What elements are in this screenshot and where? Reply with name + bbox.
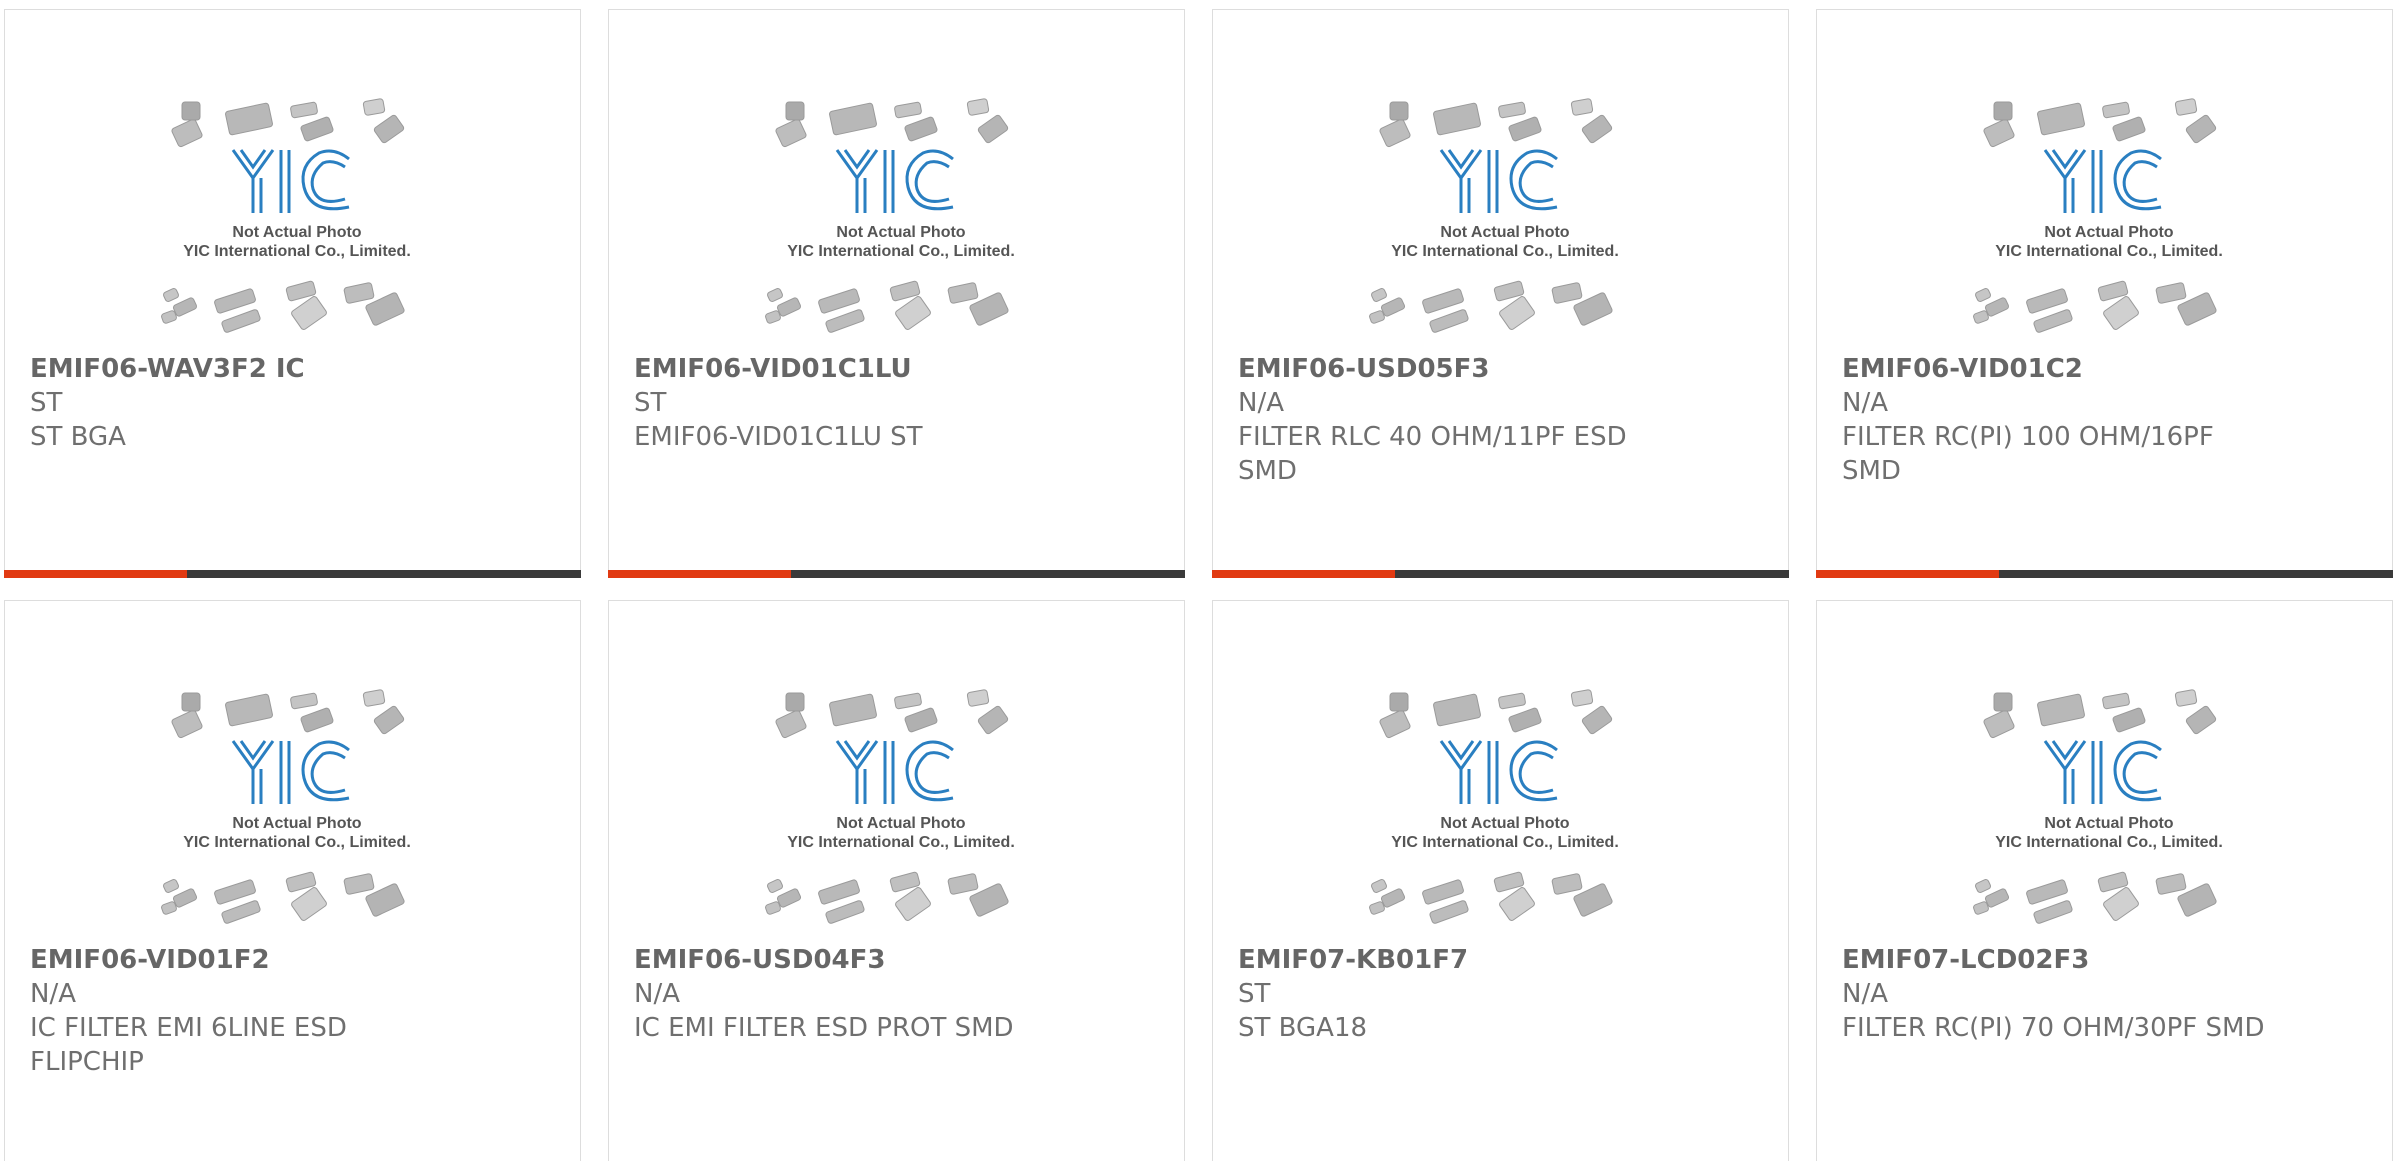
product-image[interactable]: Not Actual Photo YIC International Co., … [149,95,445,351]
product-card[interactable]: Not Actual Photo YIC International Co., … [4,9,581,578]
card-accent-bar [608,570,791,578]
yic-logo-mark [835,149,954,213]
card-bottom-bar [4,570,581,578]
svg-text:YIC International Co., Limited: YIC International Co., Limited. [183,834,411,851]
product-description-cont: SMD [1238,456,1297,486]
chip-cluster-bottom [765,871,1009,924]
chip-cluster-bottom [765,280,1009,333]
yic-logo-mark [231,149,350,213]
yic-logo-mark [1439,149,1558,213]
product-card[interactable]: Not Actual Photo YIC International Co., … [1816,600,2393,1161]
svg-text:Not Actual Photo: Not Actual Photo [232,224,361,241]
product-card[interactable]: Not Actual Photo YIC International Co., … [608,9,1185,578]
product-brand: ST [1238,979,1271,1009]
product-brand: N/A [1238,388,1284,418]
chip-cluster-top [1983,689,2217,739]
product-brand: ST [634,388,667,418]
product-image[interactable]: Not Actual Photo YIC International Co., … [753,95,1049,351]
product-image[interactable]: Not Actual Photo YIC International Co., … [1357,686,1653,942]
product-image[interactable]: Not Actual Photo YIC International Co., … [1961,686,2257,942]
chip-cluster-top [1983,98,2217,148]
svg-text:Not Actual Photo: Not Actual Photo [2044,815,2173,832]
product-description: FILTER RC(PI) 70 OHM/30PF SMD [1842,1013,2265,1043]
chip-cluster-bottom [1369,871,1613,924]
svg-text:Not Actual Photo: Not Actual Photo [836,224,965,241]
product-description: EMIF06-VID01C1LU ST [634,422,923,452]
svg-text:YIC International Co., Limited: YIC International Co., Limited. [1995,834,2223,851]
chip-cluster-top [1379,98,1613,148]
svg-text:YIC International Co., Limited: YIC International Co., Limited. [1391,834,1619,851]
card-bottom-bar [1816,570,2393,578]
product-card[interactable]: Not Actual Photo YIC International Co., … [1212,600,1789,1161]
svg-text:Not Actual Photo: Not Actual Photo [232,815,361,832]
product-brand: N/A [1842,979,1888,1009]
svg-text:Not Actual Photo: Not Actual Photo [1440,224,1569,241]
chip-cluster-bottom [161,280,405,333]
svg-text:YIC International Co., Limited: YIC International Co., Limited. [787,834,1015,851]
product-card[interactable]: Not Actual Photo YIC International Co., … [608,600,1185,1161]
product-description-cont: FLIPCHIP [30,1047,144,1077]
product-image[interactable]: Not Actual Photo YIC International Co., … [149,686,445,942]
card-accent-bar [4,570,187,578]
yic-logo-mark [2043,149,2162,213]
product-part-number[interactable]: EMIF07-LCD02F3 [1842,943,2372,977]
svg-text:YIC International Co., Limited: YIC International Co., Limited. [1391,243,1619,260]
product-brand: N/A [1842,388,1888,418]
svg-text:Not Actual Photo: Not Actual Photo [836,815,965,832]
product-description-cont: SMD [1842,456,1901,486]
product-description: ST BGA [30,422,126,452]
card-bottom-bar [1212,570,1789,578]
chip-cluster-top [1379,689,1613,739]
card-accent-bar [1212,570,1395,578]
chip-cluster-top [775,689,1009,739]
product-part-number[interactable]: EMIF06-VID01F2 [30,943,560,977]
product-grid: Not Actual Photo YIC International Co., … [0,0,2399,1161]
chip-cluster-top [171,689,405,739]
product-part-number[interactable]: EMIF07-KB01F7 [1238,943,1768,977]
product-card[interactable]: Not Actual Photo YIC International Co., … [4,600,581,1161]
chip-cluster-bottom [1973,280,2217,333]
svg-text:Not Actual Photo: Not Actual Photo [1440,815,1569,832]
product-image[interactable]: Not Actual Photo YIC International Co., … [753,686,1049,942]
product-part-number[interactable]: EMIF06-VID01C1LU [634,352,1164,386]
yic-logo-mark [835,740,954,804]
product-image[interactable]: Not Actual Photo YIC International Co., … [1357,95,1653,351]
card-accent-bar [1816,570,1999,578]
product-part-number[interactable]: EMIF06-USD04F3 [634,943,1164,977]
product-card[interactable]: Not Actual Photo YIC International Co., … [1212,9,1789,578]
yic-logo-mark [231,740,350,804]
svg-text:Not Actual Photo: Not Actual Photo [2044,224,2173,241]
product-brand: N/A [634,979,680,1009]
product-brand: ST [30,388,63,418]
product-description: FILTER RC(PI) 100 OHM/16PF [1842,422,2214,452]
product-brand: N/A [30,979,76,1009]
chip-cluster-top [171,98,405,148]
chip-cluster-top [775,98,1009,148]
product-description: IC FILTER EMI 6LINE ESD [30,1013,347,1043]
svg-text:YIC International Co., Limited: YIC International Co., Limited. [183,243,411,260]
product-part-number[interactable]: EMIF06-WAV3F2 IC [30,352,560,386]
yic-logo-mark [1439,740,1558,804]
product-description: ST BGA18 [1238,1013,1368,1043]
card-bottom-bar [608,570,1185,578]
chip-cluster-bottom [1369,280,1613,333]
product-image[interactable]: Not Actual Photo YIC International Co., … [1961,95,2257,351]
product-description: FILTER RLC 40 OHM/11PF ESD [1238,422,1627,452]
product-description: IC EMI FILTER ESD PROT SMD [634,1013,1014,1043]
svg-text:YIC International Co., Limited: YIC International Co., Limited. [787,243,1015,260]
chip-cluster-bottom [161,871,405,924]
yic-logo-mark [2043,740,2162,804]
product-part-number[interactable]: EMIF06-USD05F3 [1238,352,1768,386]
svg-text:YIC International Co., Limited: YIC International Co., Limited. [1995,243,2223,260]
product-card[interactable]: Not Actual Photo YIC International Co., … [1816,9,2393,578]
product-part-number[interactable]: EMIF06-VID01C2 [1842,352,2372,386]
chip-cluster-bottom [1973,871,2217,924]
